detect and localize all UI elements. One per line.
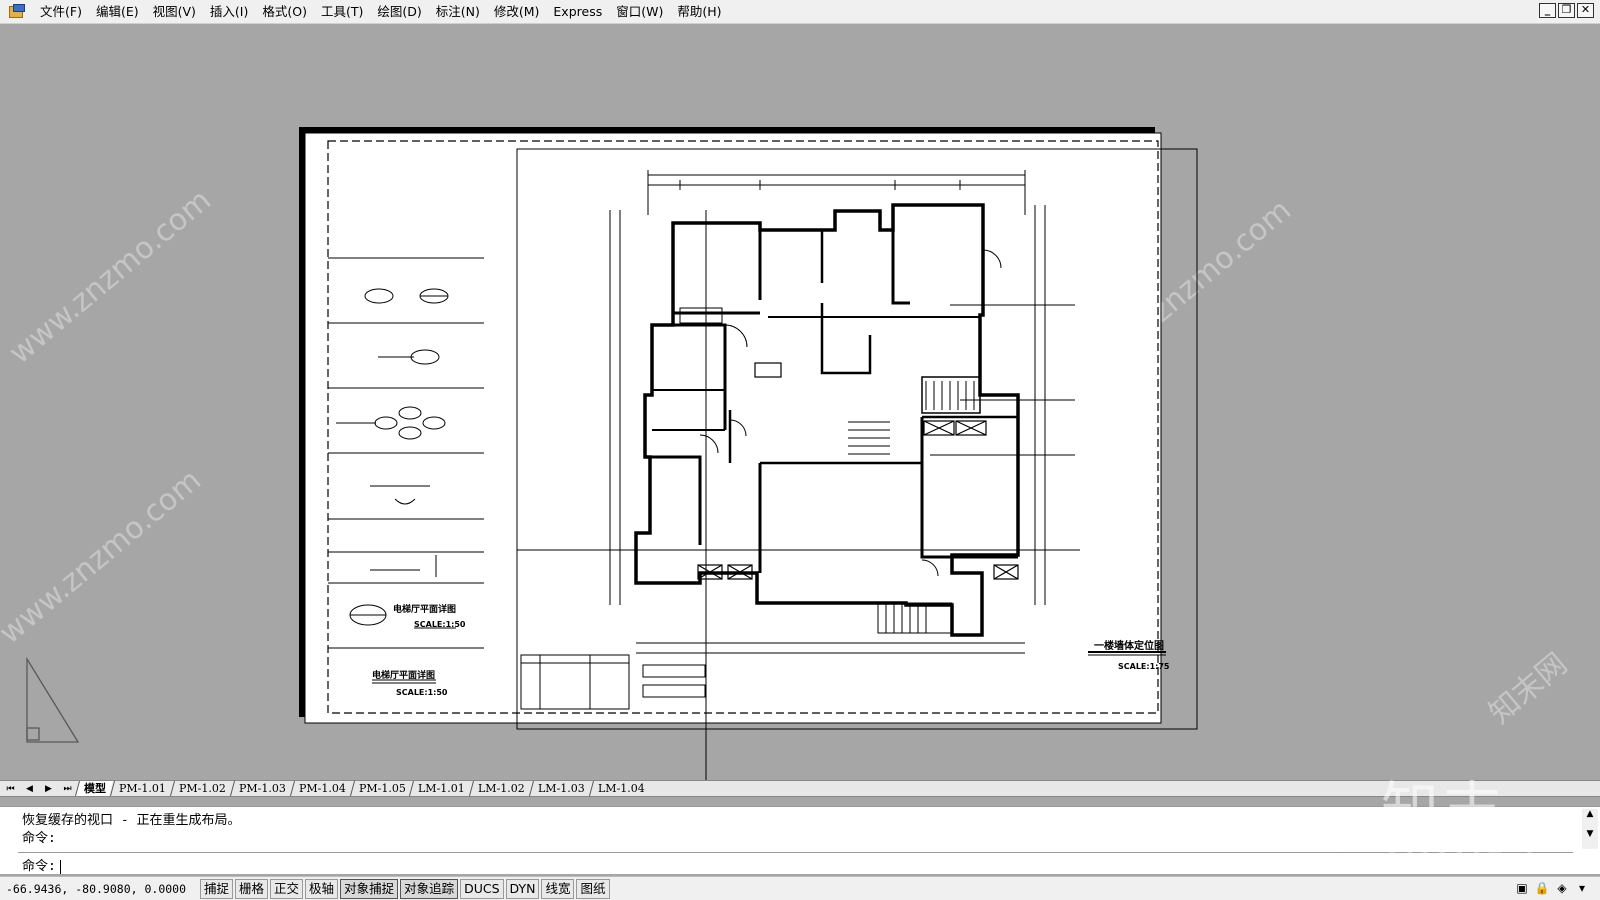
command-history-line: 命令:	[22, 831, 56, 846]
tab-pm-1-05[interactable]: PM-1.05	[349, 781, 413, 796]
command-history-line: 恢复缓存的视口 - 正在重生成布局。	[22, 813, 241, 828]
snap-toggle[interactable]: 捕捉	[200, 878, 234, 899]
otrack-toggle[interactable]: 对象追踪	[400, 878, 459, 899]
command-scrollbar[interactable]: ▲ ▼	[1582, 809, 1598, 849]
autocad-app-icon[interactable]	[9, 3, 27, 20]
menu-view[interactable]: 视图(V)	[146, 0, 203, 24]
window-controls: _ ❐ ✕	[1539, 3, 1594, 18]
tab-model[interactable]: 模型	[74, 781, 114, 796]
plan-title: 一楼墙体定位图	[1094, 639, 1164, 652]
plan-scale: SCALE:1:75	[1118, 662, 1170, 671]
dyn-toggle[interactable]: DYN	[505, 878, 540, 899]
watermark: 知末网	[1483, 646, 1574, 731]
text-caret	[59, 859, 61, 874]
tab-lm-1-02[interactable]: LM-1.02	[469, 781, 532, 796]
menu-draw[interactable]: 绘图(D)	[370, 0, 428, 24]
menu-dimension[interactable]: 标注(N)	[429, 0, 487, 24]
menu-bar: 文件(F) 编辑(E) 视图(V) 插入(I) 格式(O) 工具(T) 绘图(D…	[0, 0, 1600, 24]
restore-button[interactable]: ❐	[1558, 3, 1575, 18]
prev-tab-icon[interactable]: ◀	[21, 781, 38, 796]
menu-file[interactable]: 文件(F)	[33, 0, 89, 24]
ucs-icon	[26, 656, 80, 743]
legend-title-2: 电梯厅平面详图	[372, 669, 435, 681]
tab-lm-1-03[interactable]: LM-1.03	[528, 781, 592, 796]
menu-edit[interactable]: 编辑(E)	[89, 0, 146, 24]
menu-window[interactable]: 窗口(W)	[609, 0, 670, 24]
last-tab-icon[interactable]: ⏭	[59, 781, 76, 796]
tab-pm-1-02[interactable]: PM-1.02	[169, 781, 233, 796]
grid-toggle[interactable]: 栅格	[235, 878, 269, 899]
lock-icon[interactable]: 🔒	[1534, 880, 1550, 896]
lineweight-toggle[interactable]: 线宽	[541, 878, 575, 899]
maximize-viewport-icon[interactable]: ▣	[1514, 880, 1530, 896]
next-tab-icon[interactable]: ▶	[40, 781, 57, 796]
menu-insert[interactable]: 插入(I)	[203, 0, 255, 24]
watermark: www.znzmo.com	[0, 463, 208, 652]
tab-pm-1-01[interactable]: PM-1.01	[109, 781, 173, 796]
legend-scale-2: SCALE:1:50	[396, 688, 448, 697]
command-prompt: 命令:	[22, 859, 56, 874]
osnap-toggle[interactable]: 对象捕捉	[340, 878, 399, 899]
tray-menu-icon[interactable]: ▾	[1574, 880, 1590, 896]
status-bar: -66.9436, -80.9080, 0.0000 捕捉 栅格 正交 极轴 对…	[0, 876, 1600, 900]
menu-help[interactable]: 帮助(H)	[670, 0, 728, 24]
brand-id-watermark: ID: 869553210	[1336, 828, 1538, 859]
tab-pm-1-04[interactable]: PM-1.04	[289, 781, 353, 796]
legend-scale-1: SCALE:1:50	[414, 620, 466, 629]
watermark: www.znzmo.com	[3, 183, 218, 372]
polar-toggle[interactable]: 极轴	[305, 878, 339, 899]
minimize-button[interactable]: _	[1539, 3, 1556, 18]
comm-center-icon[interactable]: ◈	[1554, 880, 1570, 896]
legend-title-1: 电梯厅平面详图	[393, 603, 456, 615]
status-tray: ▣ 🔒 ◈ ▾	[1514, 880, 1590, 896]
menu-tools[interactable]: 工具(T)	[314, 0, 370, 24]
ortho-toggle[interactable]: 正交	[270, 878, 304, 899]
menu-format[interactable]: 格式(O)	[255, 0, 314, 24]
layout-sheet: www.znzmo.com www.znzmo.com www.znzmo.co…	[0, 127, 1574, 780]
tab-lm-1-04[interactable]: LM-1.04	[588, 781, 652, 796]
tab-pm-1-03[interactable]: PM-1.03	[229, 781, 293, 796]
paper-toggle[interactable]: 图纸	[576, 878, 610, 899]
menu-express[interactable]: Express	[546, 0, 609, 24]
first-tab-icon[interactable]: ⏮	[2, 781, 19, 796]
command-input[interactable]: 命令:	[22, 855, 61, 874]
menu-modify[interactable]: 修改(M)	[487, 0, 547, 24]
close-button[interactable]: ✕	[1577, 3, 1594, 18]
ducs-toggle[interactable]: DUCS	[460, 878, 504, 899]
coordinate-readout[interactable]: -66.9436, -80.9080, 0.0000	[0, 882, 200, 896]
tab-lm-1-01[interactable]: LM-1.01	[409, 781, 473, 796]
layout-tabs-bar: ⏮ ◀ ▶ ⏭ 模型 PM-1.01 PM-1.02 PM-1.03 PM-1.…	[0, 780, 1600, 797]
drawing-canvas[interactable]: www.znzmo.com www.znzmo.com www.znzmo.co…	[0, 25, 1600, 780]
